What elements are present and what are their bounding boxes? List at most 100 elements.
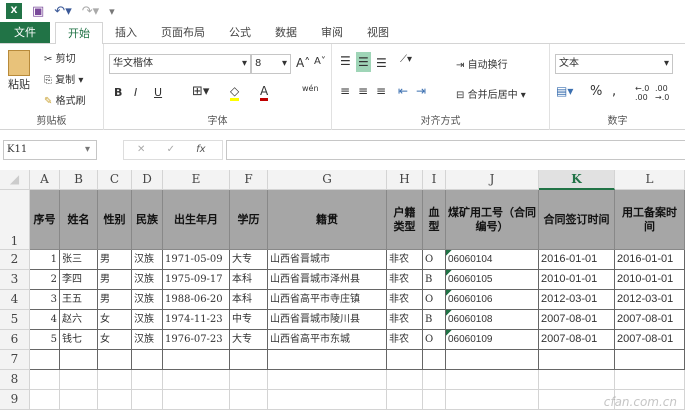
cut-button[interactable]: ✂ 剪切	[44, 50, 76, 65]
empty-cell[interactable]	[60, 370, 98, 390]
increase-font-icon[interactable]: A˄	[296, 56, 310, 70]
table-cell[interactable]: 2007-08-01	[615, 330, 685, 350]
table-cell[interactable]: 山西省晋城市陵川县	[268, 310, 387, 330]
table-cell[interactable]: O	[423, 290, 446, 310]
empty-cell[interactable]	[230, 390, 268, 410]
empty-cell[interactable]	[163, 370, 230, 390]
wrap-text-button[interactable]: ⇥ 自动换行	[456, 56, 508, 71]
empty-cell[interactable]	[30, 370, 60, 390]
tab-data[interactable]: 数据	[263, 22, 309, 43]
table-cell[interactable]: 1	[30, 250, 60, 270]
table-cell[interactable]: O	[423, 250, 446, 270]
column-header-d[interactable]: D	[132, 170, 163, 190]
row-header-1[interactable]: 1	[0, 190, 30, 250]
column-header-a[interactable]: A	[30, 170, 60, 190]
table-cell[interactable]: 山西省晋城市泽州县	[268, 270, 387, 290]
font-name-select[interactable]: 华文楷体 ▾	[109, 54, 251, 74]
empty-cell[interactable]	[387, 370, 423, 390]
row-header-2[interactable]: 2	[0, 250, 30, 270]
tab-view[interactable]: 视图	[355, 22, 401, 43]
align-left-icon[interactable]: ≡	[340, 84, 350, 98]
table-cell[interactable]: 非农	[387, 310, 423, 330]
table-cell[interactable]: 06060109	[446, 330, 539, 350]
increase-indent-icon[interactable]: ⇥	[416, 84, 426, 98]
underline-button[interactable]: U	[154, 86, 162, 99]
table-cell[interactable]: 李四	[60, 270, 98, 290]
header-cell[interactable]: 姓名	[60, 190, 98, 250]
align-center-icon[interactable]: ≡	[358, 84, 368, 98]
table-cell[interactable]: 非农	[387, 330, 423, 350]
header-cell[interactable]: 序号	[30, 190, 60, 250]
empty-cell[interactable]	[423, 370, 446, 390]
table-cell[interactable]: 男	[98, 270, 132, 290]
empty-cell[interactable]	[423, 390, 446, 410]
table-cell[interactable]: 中专	[230, 310, 268, 330]
tab-formulas[interactable]: 公式	[217, 22, 263, 43]
table-cell[interactable]: 4	[30, 310, 60, 330]
table-cell[interactable]: 06060104	[446, 250, 539, 270]
column-header-f[interactable]: F	[230, 170, 268, 190]
row-header-4[interactable]: 4	[0, 290, 30, 310]
table-cell[interactable]: 本科	[230, 290, 268, 310]
percent-button[interactable]: %	[590, 84, 602, 99]
table-cell[interactable]: 06060108	[446, 310, 539, 330]
table-cell[interactable]: 2007-08-01	[539, 330, 615, 350]
table-cell[interactable]: 2012-03-01	[539, 290, 615, 310]
column-header-b[interactable]: B	[60, 170, 98, 190]
fill-color-icon[interactable]: ◇	[230, 84, 240, 101]
merge-center-button[interactable]: ⊟ 合并后居中 ▾	[456, 86, 526, 101]
table-cell[interactable]: 2010-01-01	[615, 270, 685, 290]
table-cell[interactable]: 大专	[230, 330, 268, 350]
column-header-h[interactable]: H	[387, 170, 423, 190]
header-cell[interactable]: 民族	[132, 190, 163, 250]
font-color-icon[interactable]: A	[260, 84, 269, 101]
column-header-e[interactable]: E	[163, 170, 230, 190]
header-cell[interactable]: 合同签订时间	[539, 190, 615, 250]
paste-button[interactable]: 粘贴	[8, 50, 30, 92]
empty-cell[interactable]	[163, 390, 230, 410]
increase-decimal-icon[interactable]: ←.0.00	[635, 84, 649, 102]
empty-cell[interactable]	[446, 390, 539, 410]
font-size-select[interactable]: 8 ▾	[251, 54, 291, 74]
table-cell[interactable]: 2007-08-01	[539, 310, 615, 330]
column-header-l[interactable]: L	[615, 170, 685, 190]
table-cell[interactable]: 06060105	[446, 270, 539, 290]
empty-cell[interactable]	[423, 350, 446, 370]
table-cell[interactable]: 大专	[230, 250, 268, 270]
customize-icon[interactable]: ▾	[109, 5, 115, 18]
select-all-corner[interactable]: ◢	[0, 170, 30, 190]
table-cell[interactable]: 2	[30, 270, 60, 290]
table-cell[interactable]: 2016-01-01	[615, 250, 685, 270]
tab-home[interactable]: 开始	[55, 22, 103, 45]
empty-cell[interactable]	[132, 350, 163, 370]
align-bottom-icon[interactable]: ☰	[376, 56, 387, 70]
undo-icon[interactable]: ↶▾	[54, 4, 71, 19]
empty-cell[interactable]	[268, 350, 387, 370]
number-format-select[interactable]: 文本 ▾	[555, 54, 673, 74]
table-cell[interactable]: B	[423, 310, 446, 330]
empty-cell[interactable]	[539, 370, 615, 390]
header-cell[interactable]: 学历	[230, 190, 268, 250]
column-header-j[interactable]: J	[446, 170, 539, 190]
empty-cell[interactable]	[60, 350, 98, 370]
header-cell[interactable]: 出生年月	[163, 190, 230, 250]
header-cell[interactable]: 户籍类型	[387, 190, 423, 250]
empty-cell[interactable]	[30, 390, 60, 410]
enter-icon[interactable]: ✓	[167, 144, 175, 155]
table-cell[interactable]: 本科	[230, 270, 268, 290]
table-cell[interactable]: 2016-01-01	[539, 250, 615, 270]
table-cell[interactable]: 非农	[387, 250, 423, 270]
column-header-g[interactable]: G	[268, 170, 387, 190]
empty-cell[interactable]	[98, 350, 132, 370]
table-cell[interactable]: 汉族	[132, 290, 163, 310]
empty-cell[interactable]	[387, 390, 423, 410]
row-header-5[interactable]: 5	[0, 310, 30, 330]
table-cell[interactable]: 女	[98, 310, 132, 330]
tab-page-layout[interactable]: 页面布局	[149, 22, 217, 43]
table-cell[interactable]: 非农	[387, 270, 423, 290]
empty-cell[interactable]	[615, 370, 685, 390]
table-cell[interactable]: 2010-01-01	[539, 270, 615, 290]
comma-button[interactable]: ,	[612, 84, 616, 99]
empty-cell[interactable]	[268, 370, 387, 390]
table-cell[interactable]: O	[423, 330, 446, 350]
